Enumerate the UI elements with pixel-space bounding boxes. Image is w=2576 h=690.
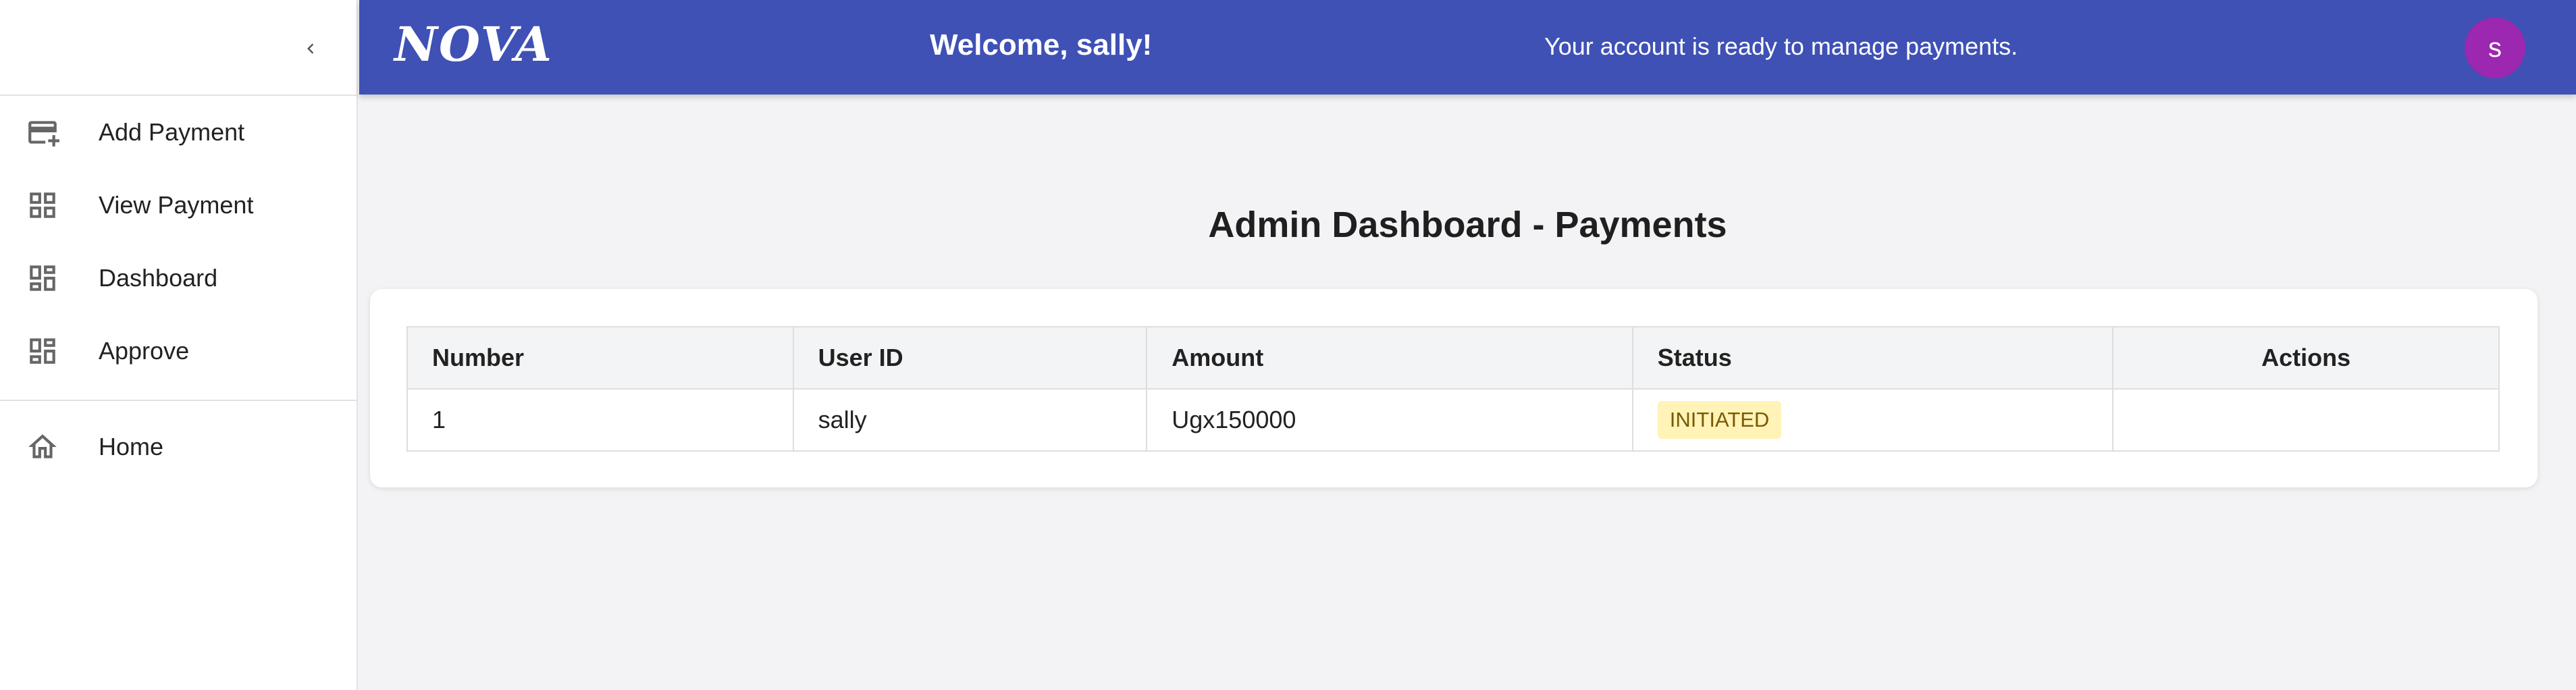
sidebar-item-label: Add Payment [99,118,245,146]
payments-table: Number User ID Amount Status Actions 1 s… [406,326,2500,452]
home-icon [26,430,59,464]
column-header-amount: Amount [1146,326,1633,390]
sidebar-item-label: Dashboard [99,264,218,292]
cell-status: INITIATED [1631,388,2114,452]
column-header-actions: Actions [2112,326,2500,390]
sidebar-home-group: Home [0,401,357,483]
sidebar-item-label: Home [99,433,164,460]
payments-card: Number User ID Amount Status Actions 1 s… [370,289,2538,487]
chevron-left-icon [307,43,314,54]
add-card-icon [26,115,59,149]
cell-amount: Ugx150000 [1146,388,1633,452]
sidebar-header [0,0,357,96]
cell-number: 1 [406,388,794,452]
sidebar-item-add-payment[interactable]: Add Payment [0,96,357,169]
column-header-number: Number [406,326,794,390]
account-status-message: Your account is ready to manage payments… [1544,32,2018,60]
grid-icon [26,188,59,222]
avatar[interactable]: s [2465,18,2525,78]
sidebar-item-view-payment[interactable]: View Payment [0,169,357,242]
top-app-bar: NOVA Welcome, sally! Your account is rea… [359,0,2576,95]
cell-actions [2112,388,2500,452]
table-row: 1 sally Ugx150000 INITIATED [406,388,2500,452]
sidebar-item-label: View Payment [99,191,254,219]
sidebar-item-label: Approve [99,337,190,365]
dashboard-icon [26,334,59,368]
status-badge: INITIATED [1657,401,1782,439]
column-header-user-id: User ID [792,326,1148,390]
sidebar-nav: Add Payment View Payment Dashboard Appro… [0,96,357,388]
welcome-message: Welcome, sally! [930,28,1153,61]
sidebar-item-dashboard[interactable]: Dashboard [0,242,357,315]
sidebar: Add Payment View Payment Dashboard Appro… [0,0,358,690]
page-title: Admin Dashboard - Payments [1208,205,1727,245]
sidebar-item-home[interactable]: Home [0,410,357,483]
dashboard-icon [26,261,59,295]
brand-logo[interactable]: NOVA [394,16,553,72]
collapse-sidebar-button[interactable] [292,30,330,68]
table-header-row: Number User ID Amount Status Actions [406,326,2500,390]
column-header-status: Status [1631,326,2114,390]
cell-user-id: sally [792,388,1148,452]
sidebar-item-approve[interactable]: Approve [0,315,357,388]
